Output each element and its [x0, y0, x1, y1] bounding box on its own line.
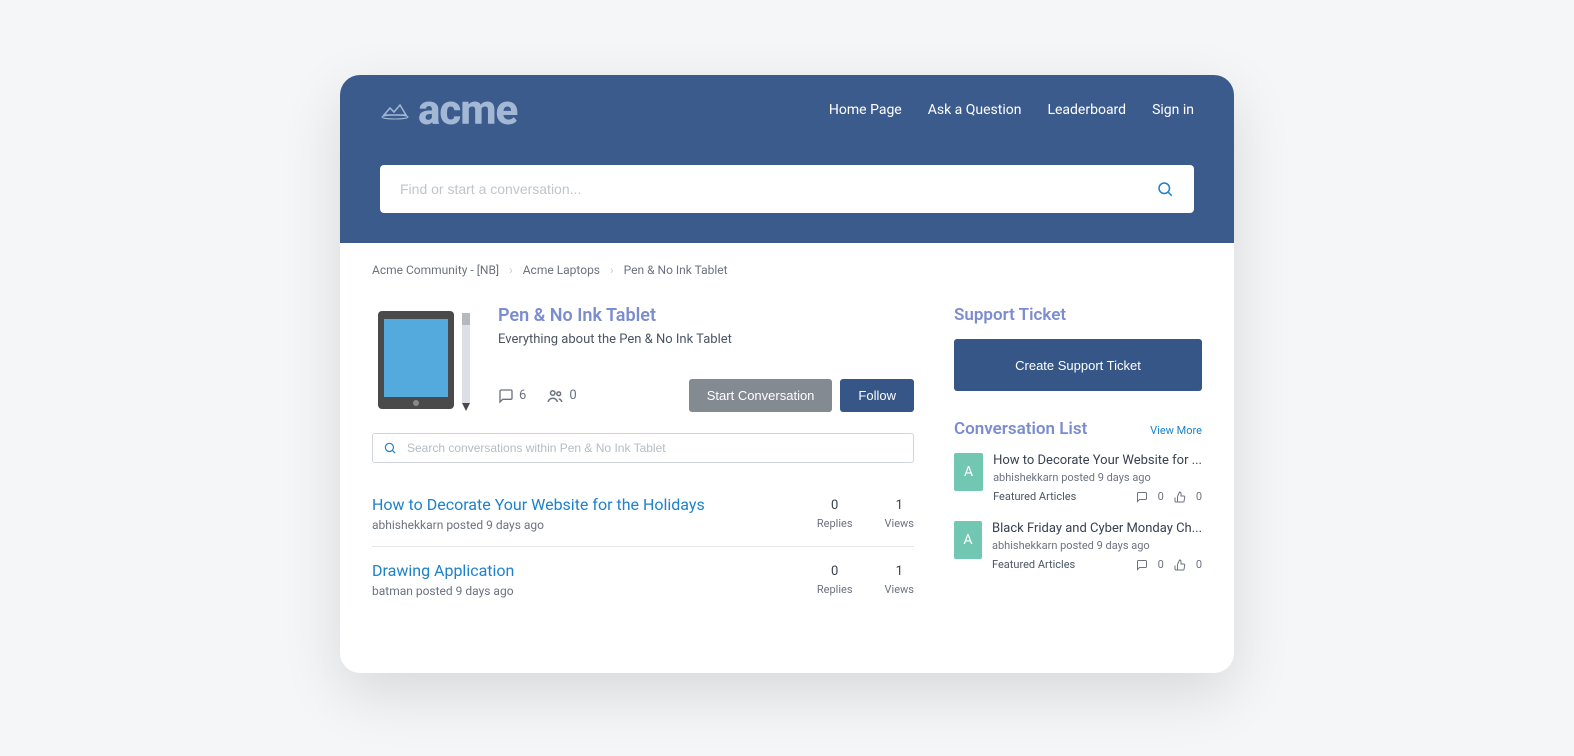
follower-count: 0 — [546, 387, 576, 405]
breadcrumb-parent[interactable]: Acme Laptops — [523, 263, 600, 277]
sidebar-item-footer: Featured Articles 0 0 — [993, 490, 1202, 503]
sidebar-item-category: Featured Articles — [993, 490, 1076, 503]
view-more-link[interactable]: View More — [1150, 424, 1202, 437]
conversation-info: How to Decorate Your Website for the Hol… — [372, 495, 705, 532]
sidebar-conversation-item[interactable]: A How to Decorate Your Website for ... a… — [954, 453, 1202, 503]
topic-search-input[interactable] — [407, 441, 903, 455]
topic-title: Pen & No Ink Tablet — [498, 305, 914, 326]
thumbs-up-icon — [1174, 559, 1186, 571]
start-conversation-button[interactable]: Start Conversation — [689, 379, 833, 412]
chevron-right-icon: › — [509, 263, 513, 277]
breadcrumb-current: Pen & No Ink Tablet — [624, 263, 728, 277]
comment-count-value: 6 — [519, 388, 526, 403]
search-icon — [1156, 180, 1174, 198]
logo-text: acme — [418, 86, 517, 135]
comment-count: 0 — [1158, 558, 1164, 571]
content: Pen & No Ink Tablet Everything about the… — [340, 277, 1234, 612]
logo[interactable]: acme — [380, 86, 517, 135]
topic-header: Pen & No Ink Tablet Everything about the… — [372, 305, 914, 413]
sidebar-item-title: How to Decorate Your Website for ... — [993, 453, 1202, 468]
follow-button[interactable]: Follow — [840, 379, 914, 412]
main-column: Pen & No Ink Tablet Everything about the… — [372, 305, 914, 612]
tablet-icon — [372, 305, 480, 413]
topic-stats: 6 0 — [498, 387, 577, 405]
sidebar-item-category: Featured Articles — [992, 558, 1075, 571]
comment-count: 0 — [1158, 490, 1164, 503]
search-icon — [383, 441, 397, 455]
conversation-meta: batman posted 9 days ago — [372, 584, 514, 598]
breadcrumb: Acme Community - [NB] › Acme Laptops › P… — [340, 243, 1234, 277]
sidebar: Support Ticket Create Support Ticket Con… — [954, 305, 1202, 612]
views-label: Views — [885, 583, 914, 596]
sidebar-conversation-item[interactable]: A Black Friday and Cyber Monday Ch... ab… — [954, 521, 1202, 571]
conversation-stats: 0 Replies 1 Views — [817, 498, 914, 530]
nav-signin[interactable]: Sign in — [1152, 102, 1194, 118]
sidebar-item-meta: abhishekkarn posted 9 days ago — [993, 471, 1202, 484]
comment-icon — [1136, 491, 1148, 503]
header-top: acme Home Page Ask a Question Leaderboar… — [380, 75, 1194, 145]
comment-count: 6 — [498, 388, 526, 404]
topic-stats-row: 6 0 Start Conversation Follow — [498, 379, 914, 412]
users-icon — [546, 387, 564, 405]
views-stat: 1 Views — [885, 498, 914, 530]
views-label: Views — [885, 517, 914, 530]
conversation-info: Drawing Application batman posted 9 days… — [372, 561, 514, 598]
app-window: acme Home Page Ask a Question Leaderboar… — [340, 75, 1234, 673]
views-count: 1 — [885, 564, 914, 579]
replies-count: 0 — [817, 498, 853, 513]
conversation-row[interactable]: How to Decorate Your Website for the Hol… — [372, 481, 914, 547]
support-ticket-heading: Support Ticket — [954, 305, 1202, 325]
sidebar-item-counts: 0 0 — [1136, 558, 1202, 571]
conversation-list-heading: Conversation List — [954, 419, 1087, 439]
header: acme Home Page Ask a Question Leaderboar… — [340, 75, 1234, 243]
views-count: 1 — [885, 498, 914, 513]
like-count: 0 — [1196, 558, 1202, 571]
replies-label: Replies — [817, 517, 853, 530]
like-count: 0 — [1196, 490, 1202, 503]
sidebar-item-body: Black Friday and Cyber Monday Ch... abhi… — [992, 521, 1202, 571]
views-stat: 1 Views — [885, 564, 914, 596]
topic-search[interactable] — [372, 433, 914, 463]
main-search[interactable] — [380, 165, 1194, 213]
follower-count-value: 0 — [569, 388, 576, 403]
chevron-right-icon: › — [610, 263, 614, 277]
sidebar-item-footer: Featured Articles 0 0 — [992, 558, 1202, 571]
nav-ask[interactable]: Ask a Question — [928, 102, 1022, 118]
nav-home[interactable]: Home Page — [829, 102, 902, 118]
avatar: A — [954, 453, 983, 491]
topic-info: Pen & No Ink Tablet Everything about the… — [498, 305, 914, 413]
replies-label: Replies — [817, 583, 853, 596]
topic-description: Everything about the Pen & No Ink Tablet — [498, 332, 914, 347]
replies-stat: 0 Replies — [817, 498, 853, 530]
conversation-row[interactable]: Drawing Application batman posted 9 days… — [372, 547, 914, 612]
create-support-ticket-button[interactable]: Create Support Ticket — [954, 339, 1202, 391]
comment-icon — [1136, 559, 1148, 571]
conversation-list: How to Decorate Your Website for the Hol… — [372, 481, 914, 612]
main-nav: Home Page Ask a Question Leaderboard Sig… — [829, 102, 1194, 118]
logo-icon — [380, 100, 410, 120]
sidebar-item-counts: 0 0 — [1136, 490, 1202, 503]
avatar: A — [954, 521, 982, 559]
conversation-stats: 0 Replies 1 Views — [817, 564, 914, 596]
conversation-title[interactable]: Drawing Application — [372, 561, 514, 580]
sidebar-item-title: Black Friday and Cyber Monday Ch... — [992, 521, 1202, 536]
conversation-list-heading-row: Conversation List View More — [954, 419, 1202, 439]
conversation-title[interactable]: How to Decorate Your Website for the Hol… — [372, 495, 705, 514]
comment-icon — [498, 388, 514, 404]
replies-stat: 0 Replies — [817, 564, 853, 596]
conversation-meta: abhishekkarn posted 9 days ago — [372, 518, 705, 532]
search-input[interactable] — [400, 181, 1156, 197]
sidebar-item-body: How to Decorate Your Website for ... abh… — [993, 453, 1202, 503]
topic-actions: Start Conversation Follow — [689, 379, 914, 412]
replies-count: 0 — [817, 564, 853, 579]
sidebar-item-meta: abhishekkarn posted 9 days ago — [992, 539, 1202, 552]
nav-leaderboard[interactable]: Leaderboard — [1047, 102, 1126, 118]
breadcrumb-root[interactable]: Acme Community - [NB] — [372, 263, 499, 277]
thumbs-up-icon — [1174, 491, 1186, 503]
